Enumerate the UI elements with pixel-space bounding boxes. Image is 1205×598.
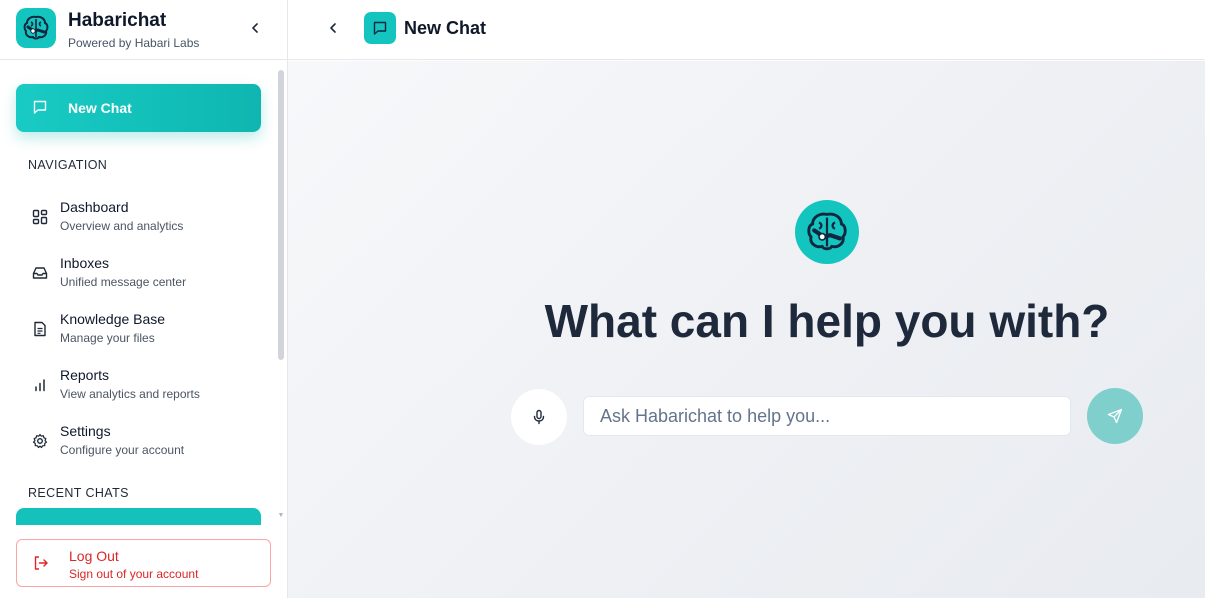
sidebar-item-description: Manage your files [60,331,155,345]
sidebar-item-title: Inboxes [60,255,110,271]
dashboard-grid-icon [32,209,48,225]
brand-name: Habarichat [68,10,167,31]
sidebar: Habarichat Powered by Habari Labs New Ch… [0,0,288,598]
bar-chart-icon [35,379,45,392]
chat-message-input[interactable] [583,396,1071,436]
sidebar-item-description: View analytics and reports [60,387,200,401]
brain-handshake-icon [795,200,859,264]
sidebar-item-reports[interactable]: Reports View analytics and reports [16,363,261,411]
sidebar-item-title: Settings [60,423,111,439]
navigation-section-title: NAVIGATION [28,158,108,172]
sidebar-scroll-area[interactable]: New Chat NAVIGATION Dashboard Overview a… [0,61,287,525]
chat-main-area: What can I help you with? [288,61,1205,598]
file-text-icon [34,321,46,337]
new-chat-label: New Chat [68,100,132,116]
page-title: New Chat [404,18,487,38]
sidebar-item-title: Knowledge Base [60,311,166,327]
recent-chat-item[interactable] [16,508,261,525]
logout-icon [34,556,48,570]
sidebar-scrollbar[interactable] [278,70,284,360]
logout-title: Log Out [69,548,119,564]
sidebar-item-title: Reports [60,367,110,383]
sidebar-item-dashboard[interactable]: Dashboard Overview and analytics [16,195,261,243]
top-bar: New Chat [288,0,1205,60]
microphone-button[interactable] [511,389,567,445]
chat-bubble-icon [33,100,47,114]
sidebar-item-description: Overview and analytics [60,219,184,233]
sidebar-item-description: Configure your account [60,443,185,457]
sidebar-item-settings[interactable]: Settings Configure your account [16,419,261,467]
sidebar-item-knowledge-base[interactable]: Knowledge Base Manage your files [16,307,261,355]
gear-icon [32,433,48,449]
inbox-icon [32,267,48,279]
recent-chats-section-title: RECENT CHATS [28,486,129,500]
welcome-heading: What can I help you with? [544,295,1110,347]
new-chat-button[interactable]: New Chat [16,84,261,132]
logout-button[interactable]: Log Out Sign out of your account [16,539,271,587]
sidebar-item-inboxes[interactable]: Inboxes Unified message center [16,251,261,299]
send-button[interactable] [1087,388,1143,444]
brand-subtitle: Powered by Habari Labs [68,36,200,50]
sidebar-item-description: Unified message center [60,275,187,289]
scroll-down-arrow-icon[interactable]: ▼ [277,512,285,520]
sidebar-item-title: Dashboard [60,199,129,215]
microphone-icon [533,409,545,425]
send-icon [1107,408,1123,424]
chevron-left-icon [330,23,336,33]
brand-header: Habarichat Powered by Habari Labs [0,0,287,60]
collapse-sidebar-button[interactable] [244,17,266,39]
chat-bubble-icon [364,12,396,44]
back-button[interactable] [322,17,344,39]
logout-description: Sign out of your account [69,567,199,581]
chevron-left-icon [252,23,258,33]
brain-handshake-icon [16,8,56,48]
